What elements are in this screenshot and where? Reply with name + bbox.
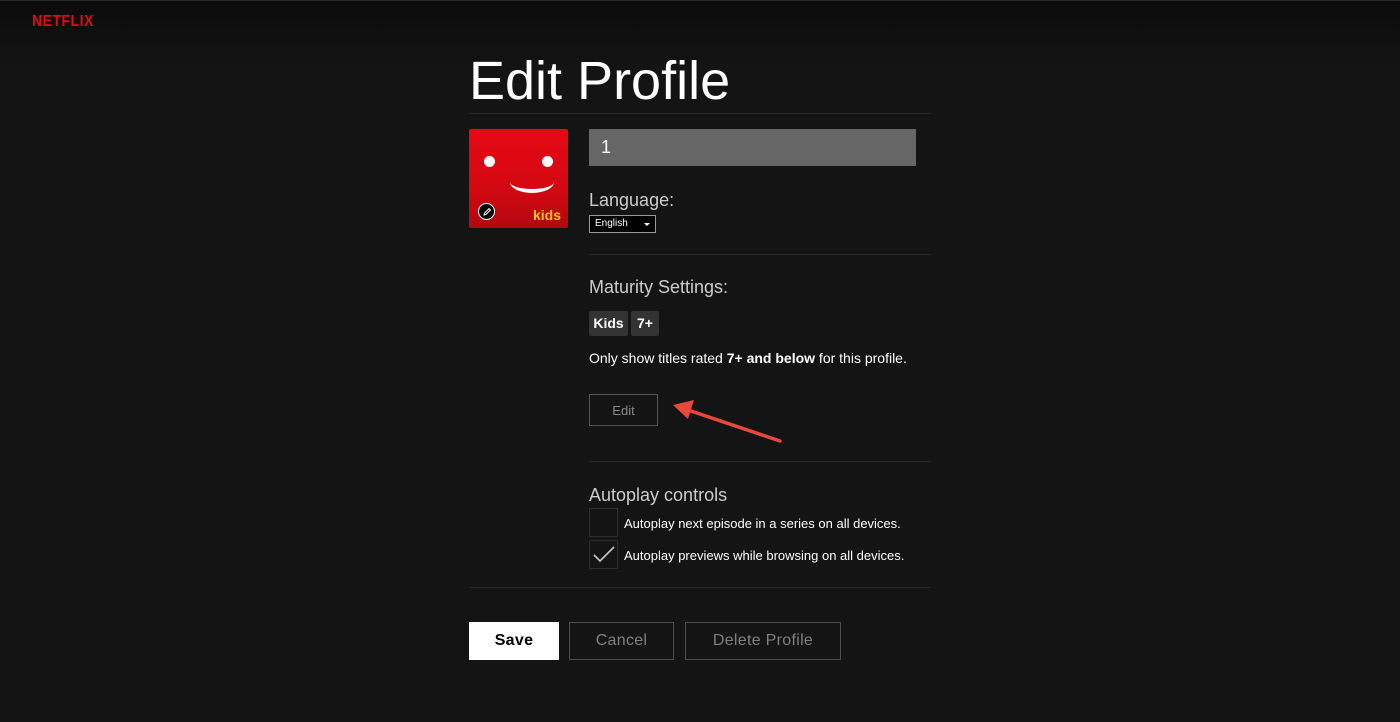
language-label: Language: bbox=[589, 190, 675, 210]
language-divider bbox=[589, 254, 931, 255]
netflix-logo[interactable]: NETFLIX bbox=[32, 11, 94, 29]
pencil-icon[interactable] bbox=[478, 203, 495, 220]
avatar-left-eye bbox=[484, 156, 495, 167]
language-selected: English bbox=[595, 218, 628, 229]
avatar-right-eye bbox=[542, 156, 553, 167]
profile-avatar[interactable]: kids bbox=[469, 129, 568, 228]
checkmark-icon bbox=[593, 546, 615, 563]
save-button[interactable]: Save bbox=[469, 622, 559, 660]
maturity-edit-button[interactable]: Edit bbox=[589, 394, 658, 426]
maturity-badge-rating: 7+ bbox=[631, 311, 659, 336]
profile-name-input[interactable] bbox=[589, 129, 916, 166]
delete-profile-button[interactable]: Delete Profile bbox=[685, 622, 841, 660]
language-dropdown[interactable]: English bbox=[589, 215, 656, 233]
kids-badge: kids bbox=[532, 207, 561, 223]
caret-down-icon bbox=[644, 223, 650, 226]
maturity-label: Maturity Settings: bbox=[589, 277, 729, 297]
maturity-description-suffix: for this profile. bbox=[815, 350, 907, 366]
autoplay-previews-label: Autoplay previews while browsing on all … bbox=[624, 548, 905, 563]
avatar-smile bbox=[510, 171, 554, 193]
title-divider bbox=[469, 113, 931, 114]
maturity-badge-kids: Kids bbox=[589, 311, 628, 336]
page-title: Edit Profile bbox=[469, 51, 731, 111]
autoplay-label: Autoplay controls bbox=[589, 485, 728, 505]
bottom-divider bbox=[469, 587, 931, 588]
maturity-divider bbox=[589, 461, 931, 462]
cancel-button[interactable]: Cancel bbox=[569, 622, 674, 660]
maturity-description-prefix: Only show titles rated bbox=[589, 350, 727, 366]
autoplay-previews-checkbox[interactable] bbox=[589, 540, 618, 569]
maturity-description: Only show titles rated 7+ and below for … bbox=[589, 350, 907, 366]
autoplay-next-episode-checkbox[interactable] bbox=[589, 508, 618, 537]
autoplay-next-episode-label: Autoplay next episode in a series on all… bbox=[624, 516, 901, 531]
maturity-description-bold: 7+ and below bbox=[726, 350, 816, 366]
